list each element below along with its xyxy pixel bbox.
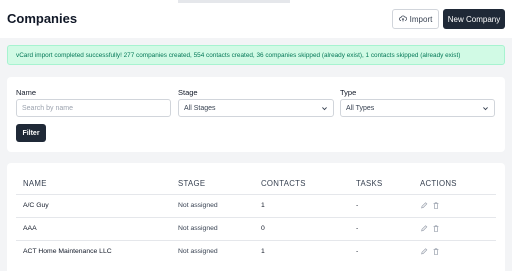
company-tasks: - — [356, 225, 359, 232]
company-name[interactable]: A/C Guy — [23, 202, 49, 209]
trash-icon[interactable] — [432, 247, 440, 256]
name-filter-label: Name — [16, 88, 37, 97]
table-row[interactable]: AAA Not assigned 0 - — [16, 217, 496, 240]
column-header-tasks: TASKS — [356, 179, 383, 188]
trash-icon[interactable] — [432, 201, 440, 210]
success-alert: vCard import completed successfully! 277… — [7, 45, 505, 65]
stage-select[interactable]: All Stages — [178, 99, 334, 117]
table-row[interactable]: A/C Guy Not assigned 1 - — [16, 194, 496, 217]
company-name[interactable]: ACT Home Maintenance LLC — [23, 248, 112, 255]
name-search-input[interactable]: Search by name — [16, 99, 171, 117]
pencil-icon[interactable] — [420, 247, 428, 256]
company-contacts: 1 — [261, 202, 265, 209]
stage-select-value: All Stages — [184, 104, 216, 112]
company-stage: Not assigned — [178, 248, 218, 255]
company-stage: Not assigned — [178, 202, 218, 209]
chevron-down-icon — [483, 107, 488, 111]
column-header-actions: ACTIONS — [420, 179, 457, 188]
company-contacts: 0 — [261, 225, 265, 232]
top-accent-line — [178, 0, 290, 3]
column-header-contacts: CONTACTS — [261, 179, 306, 188]
import-button[interactable]: Import — [392, 9, 439, 29]
company-contacts: 1 — [261, 248, 265, 255]
stage-filter-label: Stage — [178, 88, 198, 97]
type-select-value: All Types — [346, 104, 375, 112]
type-filter-label: Type — [340, 88, 357, 97]
company-stage: Not assigned — [178, 225, 218, 232]
page-title: Companies — [7, 11, 78, 26]
company-tasks: - — [356, 248, 359, 255]
company-name[interactable]: AAA — [23, 225, 37, 232]
pencil-icon[interactable] — [420, 224, 428, 233]
new-company-button[interactable]: New Company — [443, 9, 505, 29]
trash-icon[interactable] — [432, 224, 440, 233]
import-button-label: Import — [409, 14, 433, 24]
companies-table: NAME STAGE CONTACTS TASKS ACTIONS A/C Gu… — [7, 163, 505, 271]
filter-panel: Name Search by name Stage All Stages Typ… — [7, 77, 505, 152]
upload-cloud-icon — [398, 15, 407, 22]
chevron-down-icon — [322, 107, 327, 111]
type-select[interactable]: All Types — [340, 99, 495, 117]
top-bar: Companies Import New Company — [0, 0, 512, 38]
column-header-name: NAME — [23, 179, 47, 188]
filter-button[interactable]: Filter — [16, 124, 46, 142]
column-header-stage: STAGE — [178, 179, 206, 188]
pencil-icon[interactable] — [420, 201, 428, 210]
table-row[interactable]: ACT Home Maintenance LLC Not assigned 1 … — [16, 240, 496, 263]
company-tasks: - — [356, 202, 359, 209]
